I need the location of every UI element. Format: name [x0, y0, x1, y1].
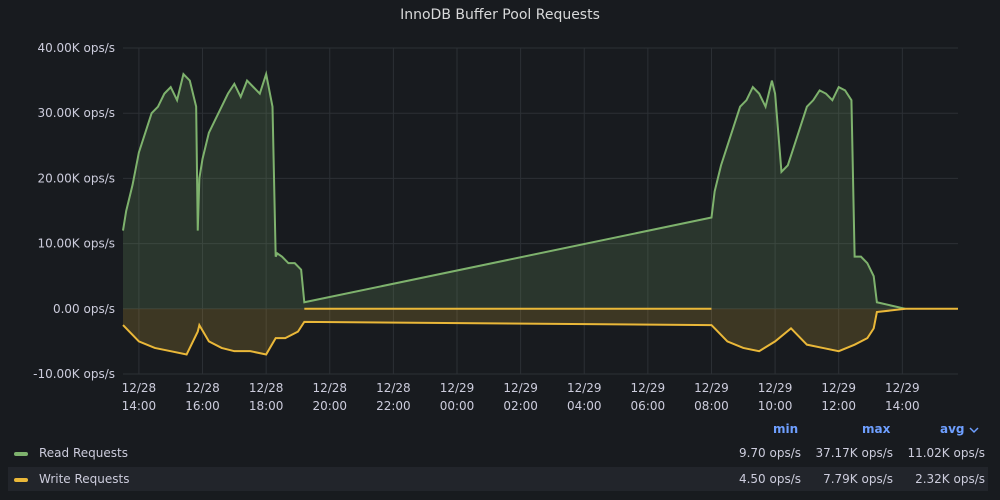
legend-value-min: 4.50 ops/s [738, 472, 801, 486]
x-tick-time: 18:00 [249, 399, 284, 413]
legend-swatch-read [14, 452, 28, 456]
x-tick-date: 12/28 [122, 381, 157, 395]
x-tick-time: 08:00 [694, 399, 729, 413]
x-tick-date: 12/29 [503, 381, 538, 395]
x-tick-date: 12/29 [885, 381, 920, 395]
x-tick-date: 12/29 [631, 381, 666, 395]
legend-header-min[interactable]: min [773, 422, 798, 436]
y-tick-label: -10.00K ops/s [33, 367, 115, 381]
x-tick-date: 12/29 [694, 381, 729, 395]
x-tick-date: 12/29 [440, 381, 475, 395]
x-tick-date: 12/29 [567, 381, 602, 395]
x-tick-time: 22:00 [376, 399, 411, 413]
x-tick-time: 14:00 [122, 399, 157, 413]
x-tick-date: 12/29 [758, 381, 793, 395]
x-tick-time: 00:00 [440, 399, 475, 413]
x-tick-date: 12/28 [376, 381, 411, 395]
legend-value-avg: 11.02K ops/s [907, 446, 985, 460]
y-tick-label: 30.00K ops/s [37, 106, 115, 120]
x-axis: 12/28 14:00 12/28 16:00 12/28 18:00 12/28 20:00… [122, 381, 920, 413]
legend-value-max: 7.79K ops/s [823, 472, 893, 486]
x-tick-time: 10:00 [758, 399, 793, 413]
x-tick-time: 06:00 [631, 399, 666, 413]
x-tick-date: 12/29 [821, 381, 856, 395]
legend-row-read[interactable]: Read Requests 9.70 ops/s 37.17K ops/s 11… [8, 441, 988, 465]
x-tick-date: 12/28 [249, 381, 284, 395]
legend-header-max[interactable]: max [862, 422, 890, 436]
read-requests-area [123, 74, 906, 309]
x-tick-time: 02:00 [503, 399, 538, 413]
x-tick-date: 12/28 [312, 381, 347, 395]
y-tick-label: 0.00 ops/s [53, 302, 115, 316]
chevron-down-icon [969, 426, 979, 433]
legend-value-min: 9.70 ops/s [738, 446, 801, 460]
x-tick-date: 12/28 [185, 381, 220, 395]
dashboard-panel: InnoDB Buffer Pool Requests 40.00K ops/s… [0, 0, 1000, 500]
legend-swatch-write [14, 478, 28, 482]
legend-value-avg: 2.32K ops/s [915, 472, 985, 486]
x-tick-time: 12:00 [821, 399, 856, 413]
y-tick-label: 10.00K ops/s [37, 237, 115, 251]
legend-header-avg-label: avg [940, 422, 965, 436]
legend-row-write[interactable]: Write Requests 4.50 ops/s 7.79K ops/s 2.… [8, 467, 988, 491]
legend-value-max: 37.17K ops/s [815, 446, 893, 460]
x-tick-time: 16:00 [185, 399, 220, 413]
legend-header-avg[interactable]: avg [940, 422, 979, 436]
chart-series [122, 70, 958, 356]
x-tick-time: 20:00 [312, 399, 347, 413]
legend-series-name: Write Requests [39, 472, 130, 486]
y-tick-label: 40.00K ops/s [37, 41, 115, 55]
legend-series-name: Read Requests [39, 446, 128, 460]
y-axis: 40.00K ops/s 30.00K ops/s 20.00K ops/s 10.0… [33, 41, 115, 381]
x-tick-time: 04:00 [567, 399, 602, 413]
chart-plot: 40.00K ops/s 30.00K ops/s 20.00K ops/s 10.0… [33, 41, 958, 413]
y-tick-label: 20.00K ops/s [37, 171, 115, 185]
x-tick-time: 14:00 [885, 399, 920, 413]
